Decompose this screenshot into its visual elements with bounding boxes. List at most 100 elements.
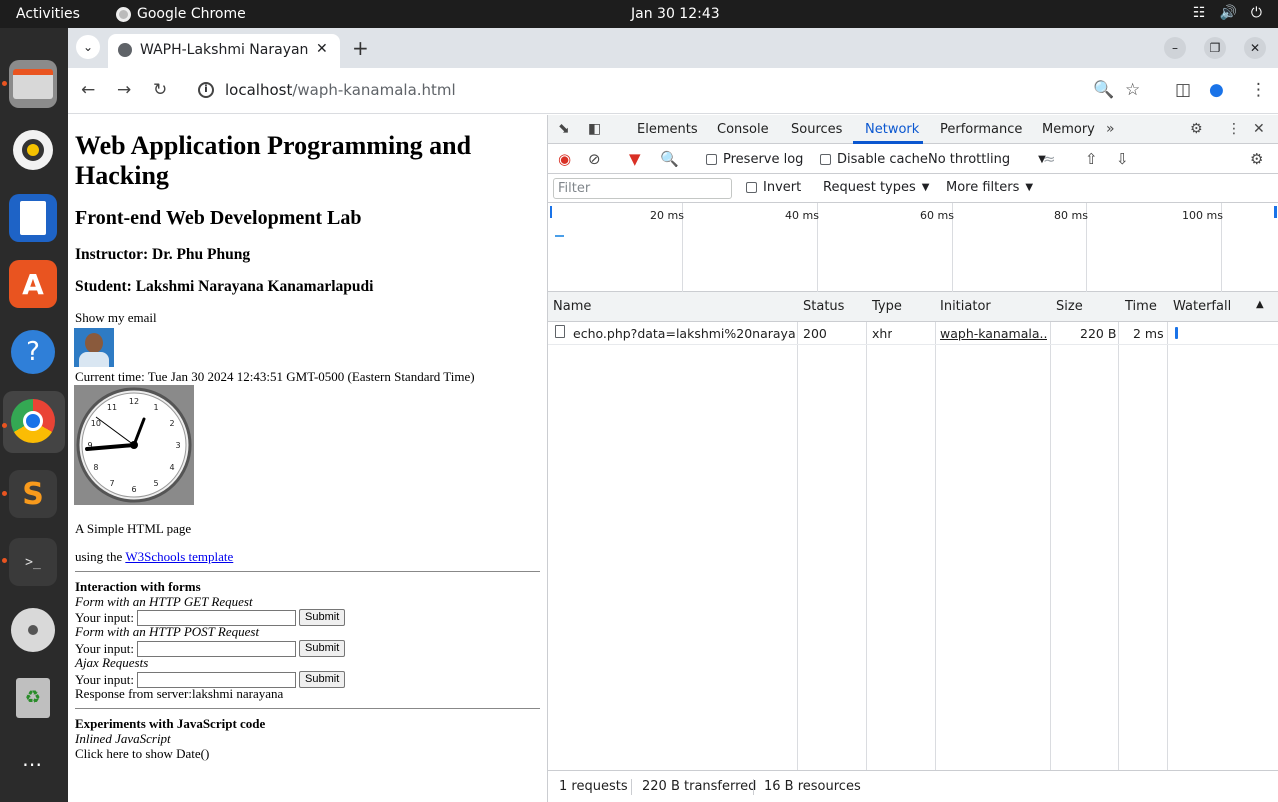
get-submit-button[interactable]: Submit xyxy=(299,609,346,626)
column-header-status[interactable]: Status xyxy=(803,299,844,314)
inline-js-label: Inlined JavaScript xyxy=(75,731,171,746)
throttling-select[interactable]: No throttling ▼ xyxy=(928,152,1046,167)
search-icon[interactable]: 🔍 xyxy=(660,150,679,168)
system-clock[interactable]: Jan 30 12:43 xyxy=(631,6,720,22)
checkbox-box[interactable] xyxy=(820,154,831,165)
network-conditions-icon[interactable]: ≈ xyxy=(1043,150,1056,168)
filter-input[interactable]: Filter xyxy=(553,178,732,199)
request-types-dropdown[interactable]: Request types ▼ xyxy=(823,180,929,195)
close-devtools-icon[interactable]: ✕ xyxy=(1253,121,1265,137)
disc-icon[interactable] xyxy=(9,606,57,654)
show-date-link[interactable]: Click here to show Date() xyxy=(75,746,209,762)
profile-icon[interactable]: ● xyxy=(1209,80,1224,100)
disable-cache-checkbox[interactable]: Disable cache xyxy=(820,152,928,167)
column-header-time[interactable]: Time xyxy=(1125,299,1157,314)
chrome-icon[interactable] xyxy=(9,397,57,445)
tab-search-icon[interactable]: ⌄ xyxy=(76,35,100,59)
column-header-name[interactable]: Name xyxy=(553,299,591,314)
reload-icon[interactable]: ↻ xyxy=(153,80,167,100)
post-input[interactable] xyxy=(137,640,297,657)
tab-strip: ⌄ WAPH-Lakshmi Narayan ✕ + – ❐ ✕ xyxy=(68,28,1278,68)
request-name[interactable]: echo.php?data=lakshmi%20narayana xyxy=(573,326,795,341)
column-header-initiator[interactable]: Initiator xyxy=(940,299,991,314)
column-header-waterfall[interactable]: Waterfall xyxy=(1173,299,1231,314)
files-icon[interactable] xyxy=(9,60,57,108)
address-bar[interactable]: i localhost/waph-kanamala.html xyxy=(188,75,1278,107)
maximize-icon[interactable]: ❐ xyxy=(1204,37,1226,59)
chrome-menu-icon[interactable]: ⋮ xyxy=(1250,80,1267,100)
checkbox-box[interactable] xyxy=(706,154,717,165)
app-center-icon[interactable]: A xyxy=(9,260,57,308)
trash-icon[interactable]: ♻ xyxy=(9,674,57,722)
table-row[interactable]: echo.php?data=lakshmi%20narayana 200 xhr… xyxy=(548,322,1278,345)
tab-memory[interactable]: Memory xyxy=(1042,122,1095,137)
request-initiator-link[interactable]: waph-kanamala.... xyxy=(940,326,1047,341)
column-header-type[interactable]: Type xyxy=(872,299,902,314)
inspect-element-icon[interactable]: ⬊ xyxy=(558,121,570,137)
invert-label: Invert xyxy=(763,180,802,195)
minimize-icon[interactable]: – xyxy=(1164,37,1186,59)
import-har-icon[interactable]: ⇧ xyxy=(1085,150,1098,168)
timeline-start-handle[interactable] xyxy=(550,206,552,218)
disable-cache-label: Disable cache xyxy=(837,152,928,167)
post-submit-button[interactable]: Submit xyxy=(299,640,346,657)
system-tray[interactable]: ☷ 🔊 ⏻ xyxy=(1193,5,1262,21)
tab-sources[interactable]: Sources xyxy=(791,122,842,137)
ajax-submit-button[interactable]: Submit xyxy=(299,671,346,688)
bookmark-star-icon[interactable]: ☆ xyxy=(1125,80,1140,100)
chrome-app-icon xyxy=(116,6,131,22)
chevron-down-icon: ▼ xyxy=(921,182,930,193)
invert-checkbox[interactable]: Invert xyxy=(746,180,801,195)
url-text: localhost/waph-kanamala.html xyxy=(225,81,456,99)
terminal-icon[interactable]: >_ xyxy=(9,538,57,586)
network-overview-timeline[interactable]: 20 ms 40 ms 60 ms 80 ms 100 ms xyxy=(548,203,1278,292)
timeline-end-handle[interactable] xyxy=(1274,206,1277,218)
side-panel-icon[interactable]: ◫ xyxy=(1175,80,1191,100)
tab-network[interactable]: Network xyxy=(865,122,919,137)
column-header-size[interactable]: Size xyxy=(1056,299,1083,314)
app-name: Google Chrome xyxy=(137,6,246,22)
transferred-size: 220 B transferred xyxy=(642,779,757,794)
more-tabs-icon[interactable]: » xyxy=(1106,121,1115,137)
tab-performance[interactable]: Performance xyxy=(940,122,1022,137)
clock-numeral: 10 xyxy=(91,419,101,428)
libreoffice-writer-icon[interactable] xyxy=(9,194,57,242)
close-window-icon[interactable]: ✕ xyxy=(1244,37,1266,59)
zoom-icon[interactable]: 🔍 xyxy=(1093,80,1114,100)
clear-icon[interactable]: ⊘ xyxy=(588,150,601,168)
clock-numeral: 5 xyxy=(153,479,158,488)
tab-elements[interactable]: Elements xyxy=(637,122,698,137)
export-har-icon[interactable]: ⇩ xyxy=(1116,150,1129,168)
filter-icon[interactable]: ▼ xyxy=(629,150,641,168)
show-apps-icon[interactable]: ⋯ xyxy=(9,740,57,788)
tab-console[interactable]: Console xyxy=(717,122,769,137)
preserve-log-checkbox[interactable]: Preserve log xyxy=(706,152,803,167)
timeline-tick-label: 40 ms xyxy=(785,209,819,222)
device-toolbar-icon[interactable]: ◧ xyxy=(588,121,601,137)
w3schools-template-link[interactable]: W3Schools template xyxy=(125,549,233,564)
forward-icon[interactable]: → xyxy=(117,80,131,100)
server-response: Response from server:lakshmi narayana xyxy=(75,686,284,701)
page-viewport: Web Application Programming and Hacking … xyxy=(68,115,547,802)
settings-icon[interactable]: ⚙ xyxy=(1190,121,1203,137)
tab-close-icon[interactable]: ✕ xyxy=(316,41,328,57)
more-filters-dropdown[interactable]: More filters ▼ xyxy=(946,180,1033,195)
devtools-tab-bar: ⬊ ◧ Elements Console Sources Network Per… xyxy=(548,115,1278,144)
activities-button[interactable]: Activities xyxy=(16,6,80,22)
network-settings-icon[interactable]: ⚙ xyxy=(1250,150,1263,168)
record-icon[interactable]: ◉ xyxy=(558,150,571,168)
back-icon[interactable]: ← xyxy=(81,80,95,100)
help-icon[interactable]: ? xyxy=(9,328,57,376)
checkbox-box[interactable] xyxy=(746,182,757,193)
new-tab-button[interactable]: + xyxy=(352,36,369,60)
show-email-link[interactable]: Show my email xyxy=(75,310,157,326)
browser-tab[interactable]: WAPH-Lakshmi Narayan ✕ xyxy=(108,34,340,68)
column-divider xyxy=(935,292,936,770)
app-menu[interactable]: Google Chrome xyxy=(116,6,246,22)
sublime-text-icon[interactable]: S xyxy=(9,470,57,518)
system-top-bar: Activities Google Chrome Jan 30 12:43 ☷ … xyxy=(0,0,1278,28)
rhythmbox-icon[interactable] xyxy=(9,126,57,174)
site-info-icon[interactable]: i xyxy=(198,82,214,98)
forms-heading: Interaction with forms xyxy=(75,579,201,594)
more-options-icon[interactable]: ⋮ xyxy=(1227,121,1241,137)
